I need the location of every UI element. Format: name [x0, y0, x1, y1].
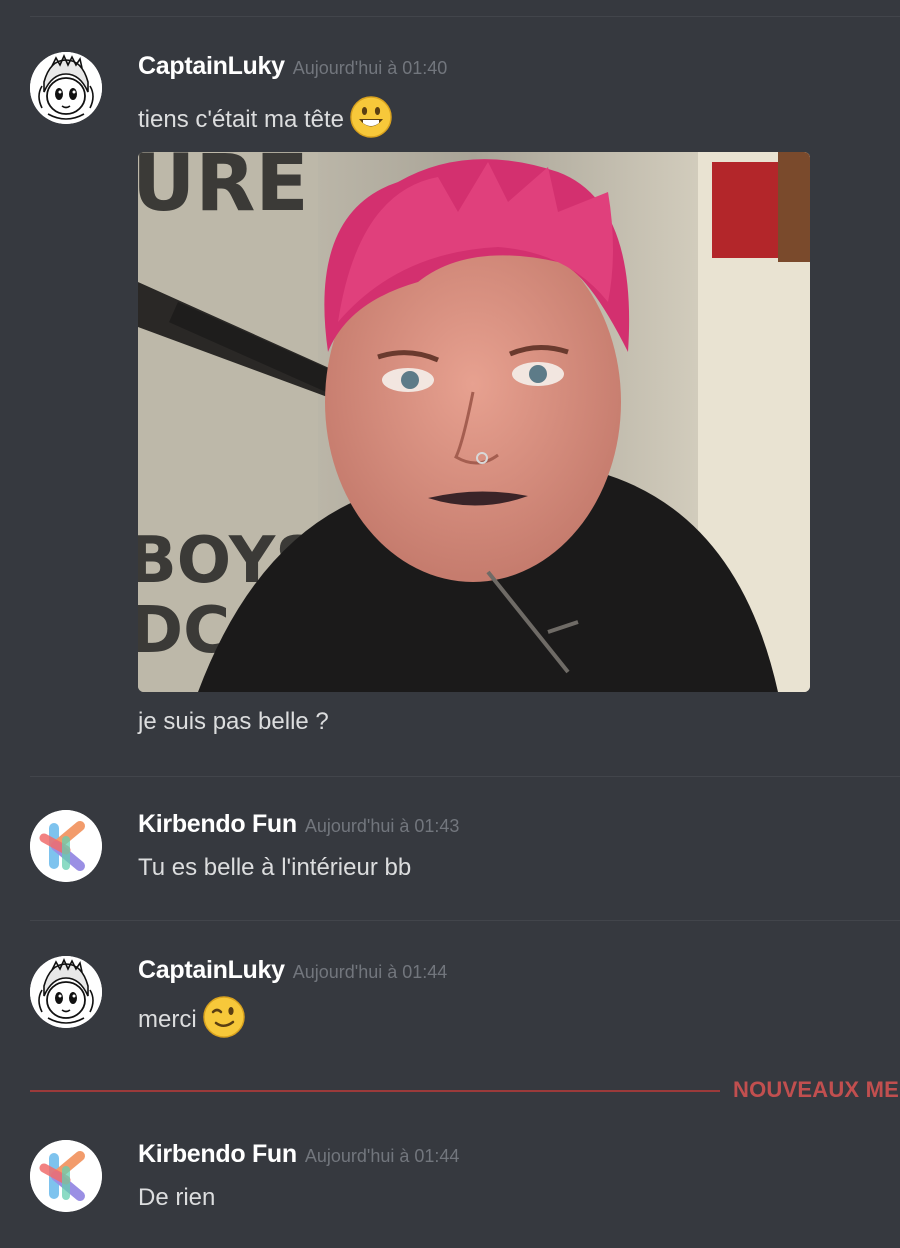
kirbendo-logo-icon[interactable]: [30, 810, 102, 882]
smiley-emoji[interactable]: [350, 96, 392, 145]
message-content: merci: [138, 1005, 197, 1033]
message-header: Kirbendo Fun Aujourd'hui à 01:43: [138, 810, 459, 839]
username[interactable]: Kirbendo Fun: [138, 1140, 297, 1168]
message-text: De rien: [138, 1184, 216, 1211]
new-messages-divider: [30, 1090, 720, 1092]
new-messages-label: NOUVEAUX ME: [733, 1077, 899, 1102]
username[interactable]: CaptainLuky: [138, 52, 285, 80]
message-content: tiens c'était ma tête: [138, 105, 345, 133]
chat-message-list: CaptainLuky Aujourd'hui à 01:40 tiens c'é…: [0, 0, 900, 1248]
message-header: CaptainLuky Aujourd'hui à 01:40: [138, 52, 447, 81]
message-text: Tu es belle à l'intérieur bb: [138, 854, 412, 881]
timestamp[interactable]: Aujourd'hui à 01:43: [305, 816, 460, 836]
manga-character-avatar-icon[interactable]: [30, 956, 102, 1028]
timestamp[interactable]: Aujourd'hui à 01:44: [305, 1146, 460, 1166]
message-text: je suis pas belle ?: [138, 708, 329, 735]
timestamp[interactable]: Aujourd'hui à 01:40: [293, 58, 448, 78]
username[interactable]: Kirbendo Fun: [138, 810, 297, 838]
message-text: merci: [138, 996, 245, 1045]
wink-emoji[interactable]: [202, 996, 245, 1045]
svg-text:URE: URE: [138, 152, 309, 229]
message-divider: [30, 776, 900, 777]
message-divider: [30, 920, 900, 921]
image-attachment[interactable]: URE BOYS DC: [138, 152, 810, 692]
message-header: CaptainLuky Aujourd'hui à 01:44: [138, 956, 447, 985]
message-divider: [30, 16, 900, 17]
manga-character-avatar-icon[interactable]: [30, 52, 102, 124]
message-header: Kirbendo Fun Aujourd'hui à 01:44: [138, 1140, 459, 1169]
kirbendo-logo-icon[interactable]: [30, 1140, 102, 1212]
message-text: tiens c'était ma tête: [138, 96, 392, 145]
username[interactable]: CaptainLuky: [138, 956, 285, 984]
timestamp[interactable]: Aujourd'hui à 01:44: [293, 962, 448, 982]
